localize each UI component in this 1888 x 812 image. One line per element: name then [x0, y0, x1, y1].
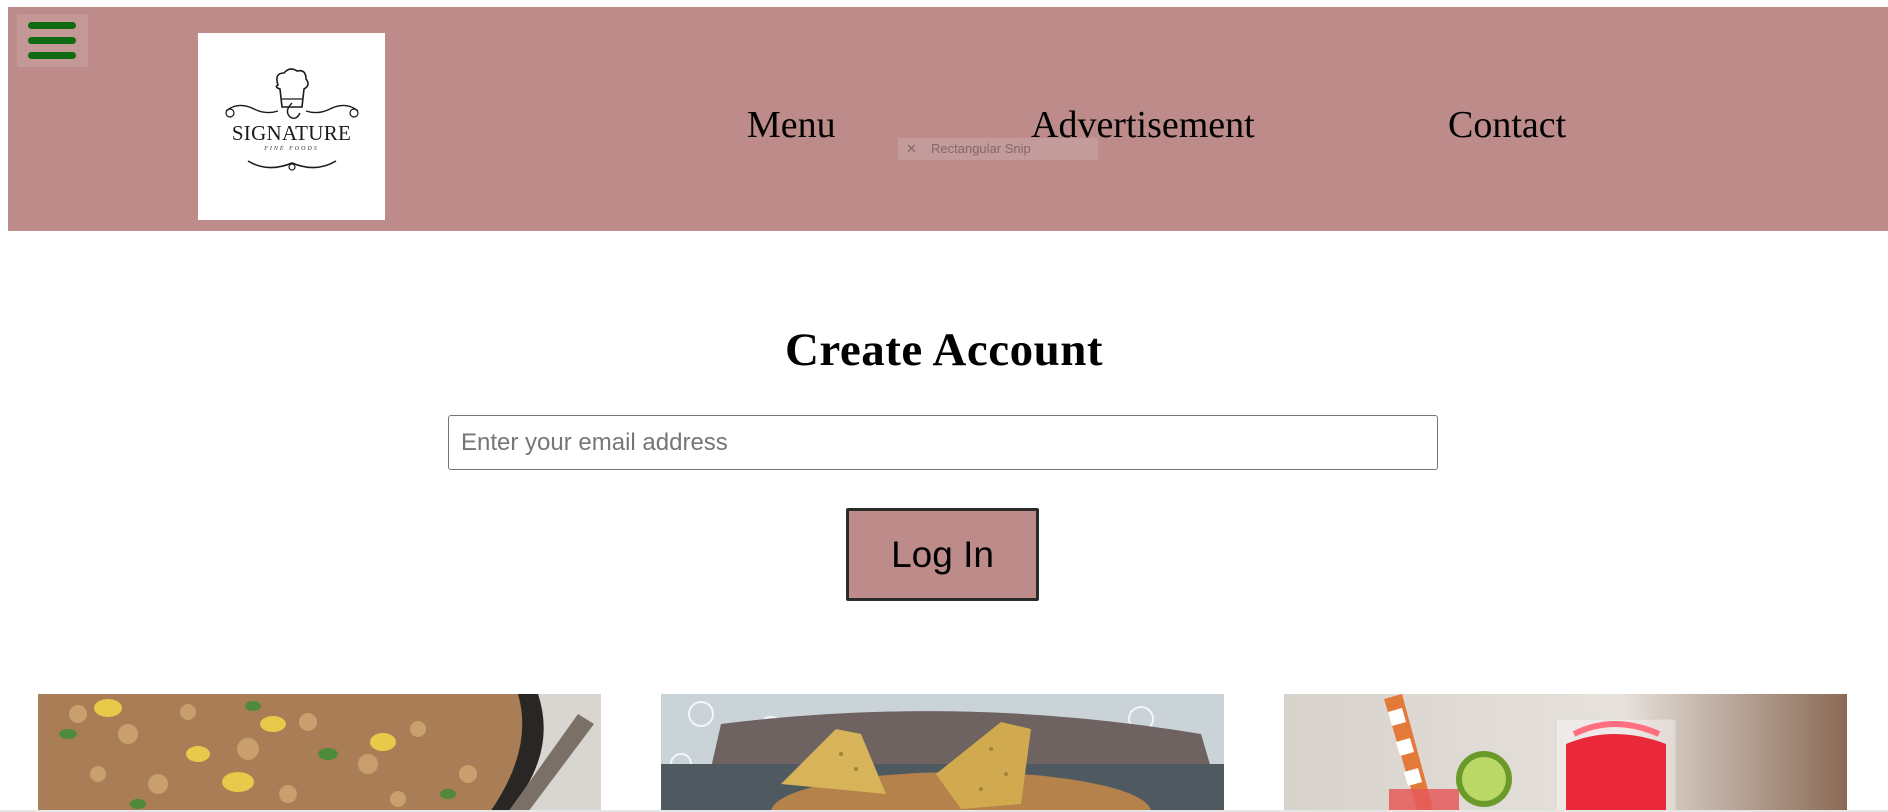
hamburger-icon[interactable]	[17, 14, 88, 67]
hamburger-bar	[28, 52, 76, 59]
gallery-image-fried-rice	[38, 694, 601, 812]
nav-link-menu[interactable]: Menu	[747, 103, 836, 147]
hamburger-bar	[28, 37, 76, 44]
logo-tagline: FINE FOODS	[264, 146, 319, 152]
snip-overlay: ✕ Rectangular Snip	[898, 138, 1098, 160]
nav-link-contact[interactable]: Contact	[1448, 103, 1566, 147]
hamburger-bar	[28, 22, 76, 29]
logo[interactable]: SIGNATURE FINE FOODS	[198, 33, 385, 220]
logo-wordmark: SIGNATURE	[231, 121, 352, 145]
gallery-image-strawberry-drinks	[1284, 694, 1847, 812]
close-icon[interactable]: ✕	[906, 138, 917, 160]
page-title: Create Account	[784, 324, 1104, 376]
log-in-button[interactable]: Log In	[846, 508, 1039, 601]
snip-label: Rectangular Snip	[931, 141, 1031, 156]
gallery-image-cornbread	[661, 694, 1224, 812]
site-header: SIGNATURE FINE FOODS Menu Advertisement …	[8, 7, 1888, 231]
email-field[interactable]	[448, 415, 1438, 470]
